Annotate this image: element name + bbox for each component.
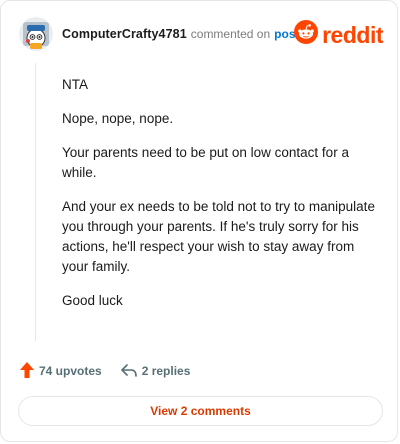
comment-paragraph: Nope, nope, nope. [62, 111, 174, 126]
comment-card: ComputerCrafty4781 commented on post red… [0, 0, 398, 442]
reddit-wordmark: reddit [322, 21, 383, 48]
comment-author[interactable]: ComputerCrafty4781 [62, 27, 187, 41]
reply-arrow-icon [120, 362, 138, 381]
reddit-snoo-logo-icon [294, 20, 319, 49]
comment-header: ComputerCrafty4781 commented on post [19, 17, 300, 51]
replies-button[interactable]: 2 replies [120, 362, 191, 381]
reddit-brand[interactable]: reddit [294, 20, 383, 49]
upvote-arrow-icon [19, 361, 35, 382]
view-comments-button[interactable]: View 2 comments [18, 396, 383, 426]
comment-paragraph: Good luck [62, 293, 123, 308]
comment-body: NTA Nope, nope, nope. Your parents need … [62, 75, 380, 325]
snoo-avatar-icon[interactable] [19, 17, 53, 51]
thread-line[interactable] [35, 63, 36, 341]
upvote-button[interactable]: 74 upvotes [19, 361, 102, 382]
comment-actions: 74 upvotes 2 replies [19, 361, 190, 381]
upvote-count: 74 upvotes [39, 364, 102, 378]
commented-on-text: commented on [190, 27, 271, 41]
comment-paragraph: Your parents need to be put on low conta… [62, 145, 349, 180]
comment-paragraph: NTA [62, 77, 88, 92]
comment-paragraph: And your ex needs to be told not to try … [62, 199, 375, 274]
replies-count: 2 replies [141, 364, 191, 378]
